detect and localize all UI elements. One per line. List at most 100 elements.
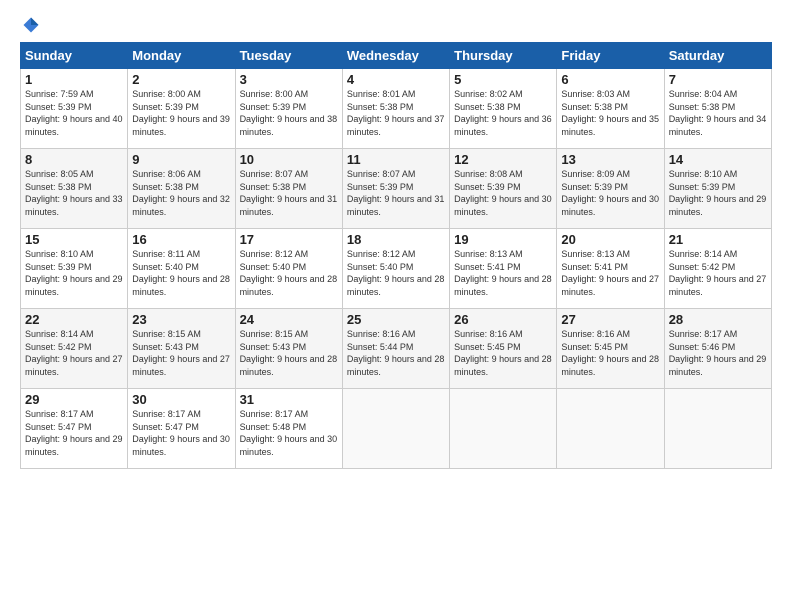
sunset-label: Sunset: 5:47 PM <box>132 422 199 432</box>
sunset-label: Sunset: 5:39 PM <box>561 182 628 192</box>
daylight-label: Daylight: 9 hours and 31 minutes. <box>347 194 445 217</box>
daylight-label: Daylight: 9 hours and 30 minutes. <box>454 194 552 217</box>
sunset-label: Sunset: 5:38 PM <box>25 182 92 192</box>
day-number: 18 <box>347 232 445 247</box>
sunrise-label: Sunrise: 8:14 AM <box>669 249 738 259</box>
sunrise-label: Sunrise: 8:02 AM <box>454 89 523 99</box>
header <box>20 16 772 30</box>
daylight-label: Daylight: 9 hours and 28 minutes. <box>132 274 230 297</box>
day-number: 4 <box>347 72 445 87</box>
daylight-label: Daylight: 9 hours and 35 minutes. <box>561 114 659 137</box>
sunset-label: Sunset: 5:39 PM <box>25 102 92 112</box>
day-number: 16 <box>132 232 230 247</box>
sunrise-label: Sunrise: 8:15 AM <box>240 329 309 339</box>
daylight-label: Daylight: 9 hours and 31 minutes. <box>240 194 338 217</box>
sunrise-label: Sunrise: 8:16 AM <box>347 329 416 339</box>
day-info: Sunrise: 8:07 AM Sunset: 5:38 PM Dayligh… <box>240 168 338 218</box>
day-cell-20: 20 Sunrise: 8:13 AM Sunset: 5:41 PM Dayl… <box>557 229 664 309</box>
day-number: 2 <box>132 72 230 87</box>
day-info: Sunrise: 8:17 AM Sunset: 5:47 PM Dayligh… <box>132 408 230 458</box>
day-number: 28 <box>669 312 767 327</box>
daylight-label: Daylight: 9 hours and 27 minutes. <box>132 354 230 377</box>
day-info: Sunrise: 8:14 AM Sunset: 5:42 PM Dayligh… <box>669 248 767 298</box>
week-row-2: 8 Sunrise: 8:05 AM Sunset: 5:38 PM Dayli… <box>21 149 772 229</box>
day-cell-29: 29 Sunrise: 8:17 AM Sunset: 5:47 PM Dayl… <box>21 389 128 469</box>
day-cell-18: 18 Sunrise: 8:12 AM Sunset: 5:40 PM Dayl… <box>342 229 449 309</box>
sunrise-label: Sunrise: 8:12 AM <box>347 249 416 259</box>
sunrise-label: Sunrise: 8:04 AM <box>669 89 738 99</box>
day-cell-4: 4 Sunrise: 8:01 AM Sunset: 5:38 PM Dayli… <box>342 69 449 149</box>
day-info: Sunrise: 8:16 AM Sunset: 5:44 PM Dayligh… <box>347 328 445 378</box>
sunrise-label: Sunrise: 8:16 AM <box>561 329 630 339</box>
day-number: 30 <box>132 392 230 407</box>
sunrise-label: Sunrise: 8:08 AM <box>454 169 523 179</box>
day-number: 1 <box>25 72 123 87</box>
day-cell-14: 14 Sunrise: 8:10 AM Sunset: 5:39 PM Dayl… <box>664 149 771 229</box>
sunrise-label: Sunrise: 8:00 AM <box>240 89 309 99</box>
day-info: Sunrise: 8:16 AM Sunset: 5:45 PM Dayligh… <box>561 328 659 378</box>
daylight-label: Daylight: 9 hours and 29 minutes. <box>25 274 123 297</box>
day-info: Sunrise: 8:08 AM Sunset: 5:39 PM Dayligh… <box>454 168 552 218</box>
daylight-label: Daylight: 9 hours and 28 minutes. <box>347 274 445 297</box>
daylight-label: Daylight: 9 hours and 27 minutes. <box>669 274 767 297</box>
page-container: SundayMondayTuesdayWednesdayThursdayFrid… <box>0 0 792 479</box>
sunrise-label: Sunrise: 8:06 AM <box>132 169 201 179</box>
logo-text <box>20 16 40 34</box>
day-number: 8 <box>25 152 123 167</box>
day-cell-22: 22 Sunrise: 8:14 AM Sunset: 5:42 PM Dayl… <box>21 309 128 389</box>
day-number: 31 <box>240 392 338 407</box>
empty-cell <box>557 389 664 469</box>
weekday-header-row: SundayMondayTuesdayWednesdayThursdayFrid… <box>21 43 772 69</box>
day-info: Sunrise: 8:17 AM Sunset: 5:48 PM Dayligh… <box>240 408 338 458</box>
sunrise-label: Sunrise: 8:11 AM <box>132 249 200 259</box>
day-info: Sunrise: 8:10 AM Sunset: 5:39 PM Dayligh… <box>669 168 767 218</box>
daylight-label: Daylight: 9 hours and 36 minutes. <box>454 114 552 137</box>
sunset-label: Sunset: 5:41 PM <box>454 262 521 272</box>
sunset-label: Sunset: 5:39 PM <box>669 182 736 192</box>
sunrise-label: Sunrise: 8:01 AM <box>347 89 416 99</box>
day-info: Sunrise: 8:17 AM Sunset: 5:47 PM Dayligh… <box>25 408 123 458</box>
daylight-label: Daylight: 9 hours and 28 minutes. <box>561 354 659 377</box>
day-number: 12 <box>454 152 552 167</box>
empty-cell <box>450 389 557 469</box>
day-number: 17 <box>240 232 338 247</box>
day-cell-5: 5 Sunrise: 8:02 AM Sunset: 5:38 PM Dayli… <box>450 69 557 149</box>
logo-icon <box>22 16 40 34</box>
sunset-label: Sunset: 5:40 PM <box>132 262 199 272</box>
day-info: Sunrise: 8:07 AM Sunset: 5:39 PM Dayligh… <box>347 168 445 218</box>
sunset-label: Sunset: 5:47 PM <box>25 422 92 432</box>
daylight-label: Daylight: 9 hours and 27 minutes. <box>25 354 123 377</box>
sunset-label: Sunset: 5:38 PM <box>347 102 414 112</box>
day-number: 13 <box>561 152 659 167</box>
day-info: Sunrise: 8:16 AM Sunset: 5:45 PM Dayligh… <box>454 328 552 378</box>
sunset-label: Sunset: 5:42 PM <box>669 262 736 272</box>
weekday-header-friday: Friday <box>557 43 664 69</box>
sunrise-label: Sunrise: 8:17 AM <box>669 329 738 339</box>
weekday-header-saturday: Saturday <box>664 43 771 69</box>
day-info: Sunrise: 8:03 AM Sunset: 5:38 PM Dayligh… <box>561 88 659 138</box>
daylight-label: Daylight: 9 hours and 37 minutes. <box>347 114 445 137</box>
day-cell-2: 2 Sunrise: 8:00 AM Sunset: 5:39 PM Dayli… <box>128 69 235 149</box>
sunset-label: Sunset: 5:39 PM <box>454 182 521 192</box>
day-number: 15 <box>25 232 123 247</box>
day-cell-9: 9 Sunrise: 8:06 AM Sunset: 5:38 PM Dayli… <box>128 149 235 229</box>
day-info: Sunrise: 8:09 AM Sunset: 5:39 PM Dayligh… <box>561 168 659 218</box>
empty-cell <box>664 389 771 469</box>
day-number: 29 <box>25 392 123 407</box>
sunrise-label: Sunrise: 8:15 AM <box>132 329 201 339</box>
sunrise-label: Sunrise: 8:17 AM <box>132 409 201 419</box>
day-number: 19 <box>454 232 552 247</box>
sunset-label: Sunset: 5:38 PM <box>454 102 521 112</box>
day-number: 10 <box>240 152 338 167</box>
sunset-label: Sunset: 5:38 PM <box>561 102 628 112</box>
day-cell-3: 3 Sunrise: 8:00 AM Sunset: 5:39 PM Dayli… <box>235 69 342 149</box>
daylight-label: Daylight: 9 hours and 28 minutes. <box>454 274 552 297</box>
day-cell-10: 10 Sunrise: 8:07 AM Sunset: 5:38 PM Dayl… <box>235 149 342 229</box>
daylight-label: Daylight: 9 hours and 28 minutes. <box>454 354 552 377</box>
day-number: 5 <box>454 72 552 87</box>
day-cell-15: 15 Sunrise: 8:10 AM Sunset: 5:39 PM Dayl… <box>21 229 128 309</box>
day-cell-11: 11 Sunrise: 8:07 AM Sunset: 5:39 PM Dayl… <box>342 149 449 229</box>
day-cell-26: 26 Sunrise: 8:16 AM Sunset: 5:45 PM Dayl… <box>450 309 557 389</box>
day-info: Sunrise: 8:12 AM Sunset: 5:40 PM Dayligh… <box>347 248 445 298</box>
day-number: 22 <box>25 312 123 327</box>
